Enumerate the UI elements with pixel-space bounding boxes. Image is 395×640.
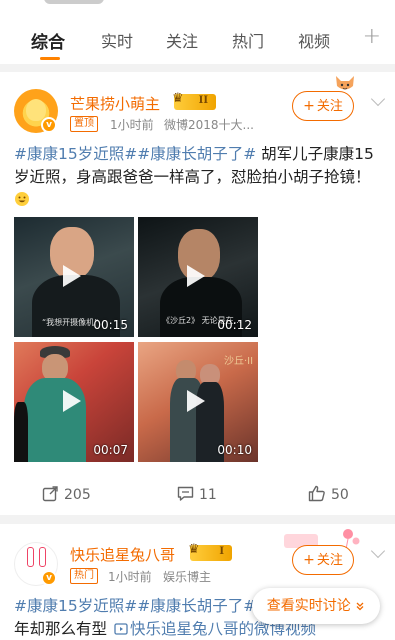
video-duration: 00:12 bbox=[217, 318, 252, 332]
play-icon[interactable] bbox=[187, 390, 205, 412]
video-thumbnail[interactable]: 00:07 bbox=[14, 342, 134, 462]
video-thumbnail[interactable]: 沙丘·II 00:10 bbox=[138, 342, 258, 462]
tab-realtime[interactable]: 实时 bbox=[101, 28, 133, 52]
member-level-badge: ♛ II bbox=[172, 91, 216, 110]
weibo-post-card: v 芒果捞小萌主 ♛ II 置顶 1小时前 微博2018十大... + 关注 #康… bbox=[0, 72, 395, 515]
view-realtime-discussion-button[interactable]: 查看实时讨论 bbox=[252, 588, 380, 624]
like-button[interactable]: 50 bbox=[308, 485, 349, 503]
active-tab-indicator bbox=[40, 57, 60, 60]
fox-sticker-icon bbox=[334, 74, 356, 92]
comment-icon bbox=[177, 486, 194, 501]
video-link-icon bbox=[114, 623, 128, 635]
add-tab-icon[interactable]: + bbox=[363, 24, 381, 49]
tab-hot[interactable]: 热门 bbox=[232, 28, 264, 52]
crown-icon: ♛ bbox=[188, 542, 200, 557]
verified-badge-icon: v bbox=[41, 117, 57, 133]
thumbs-up-icon bbox=[308, 485, 325, 502]
video-duration: 00:07 bbox=[93, 443, 128, 457]
repost-icon bbox=[42, 486, 58, 502]
post-content: #康康15岁近照##康康长胡子了# 胡军儿子康康15岁近照，身高跟爸爸一样高了，… bbox=[14, 143, 384, 212]
video-thumbnail[interactable]: 《沙丘2》 无论是在... 00:12 bbox=[138, 217, 258, 337]
play-icon[interactable] bbox=[63, 390, 81, 412]
tab-video[interactable]: 视频 bbox=[298, 28, 330, 52]
previous-content-strip bbox=[0, 0, 395, 8]
tab-following[interactable]: 关注 bbox=[166, 28, 198, 52]
crown-icon: ♛ bbox=[172, 91, 184, 106]
video-duration: 00:10 bbox=[217, 443, 252, 457]
follow-button[interactable]: + 关注 bbox=[292, 91, 354, 121]
post-time: 1小时前 bbox=[110, 118, 154, 132]
post-source: 娱乐博主 bbox=[163, 570, 212, 584]
topic-link[interactable]: #康康长胡子了# bbox=[137, 597, 256, 615]
verified-badge-icon: v bbox=[41, 570, 57, 586]
chevron-down-icon[interactable] bbox=[370, 91, 386, 107]
post-username[interactable]: 快乐追星兔八哥 bbox=[70, 544, 175, 565]
video-thumbnail[interactable]: “我想开摄像机” 00:15 bbox=[14, 217, 134, 337]
hot-tag: 热门 bbox=[70, 568, 98, 584]
follow-button[interactable]: + 关注 bbox=[292, 545, 354, 575]
post-source: 微博2018十大... bbox=[164, 118, 254, 132]
chevron-down-icon[interactable] bbox=[370, 543, 386, 559]
post-action-bar: 205 11 50 bbox=[0, 479, 395, 509]
member-level-badge: ♛ I bbox=[188, 542, 232, 561]
repost-button[interactable]: 205 bbox=[42, 485, 91, 503]
post-body-text: 年却那么有型 bbox=[14, 620, 108, 638]
comment-button[interactable]: 11 bbox=[177, 485, 217, 503]
post-username[interactable]: 芒果捞小萌主 bbox=[70, 93, 160, 114]
grin-emoji-icon bbox=[15, 192, 29, 206]
previous-content-fragment bbox=[44, 0, 104, 4]
play-icon[interactable] bbox=[187, 265, 205, 287]
topic-link[interactable]: #康康15岁近照# bbox=[14, 597, 137, 615]
play-icon[interactable] bbox=[63, 265, 81, 287]
video-duration: 00:15 bbox=[93, 318, 128, 332]
double-chevron-down-icon bbox=[356, 602, 364, 611]
search-tabs: 综合 实时 关注 热门 视频 + bbox=[0, 8, 395, 64]
pinned-tag: 置顶 bbox=[70, 116, 98, 132]
post-time: 1小时前 bbox=[108, 570, 152, 584]
topic-link[interactable]: #康康长胡子了# bbox=[137, 145, 256, 163]
topic-link[interactable]: #康康15岁近照# bbox=[14, 145, 137, 163]
tab-comprehensive[interactable]: 综合 bbox=[31, 28, 65, 53]
